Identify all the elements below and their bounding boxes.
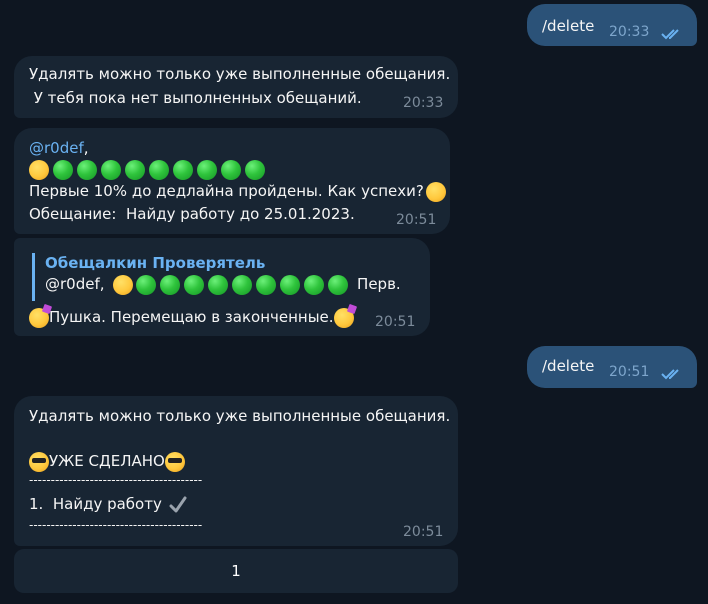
incoming-message-progress[interactable]: @r0def, Первые 10% до дедлайна пройдены.…: [14, 128, 450, 234]
separator-line: ----------------------------------------: [29, 473, 203, 487]
green-circle-emoji: [245, 159, 265, 180]
sunglasses-face-emoji: [164, 451, 185, 472]
message-text: /delete: [542, 17, 595, 35]
reply-quote[interactable]: Обещалкин Проверятель @r0def, Перв...: [32, 253, 402, 301]
green-circle-emoji: [208, 274, 229, 295]
message-text: /delete: [542, 357, 595, 375]
green-circle-emoji: [304, 274, 325, 295]
double-check-icon: [661, 29, 679, 40]
green-circle-emoji: [125, 159, 145, 180]
outgoing-message-delete-2[interactable]: /delete 20:51: [527, 346, 697, 388]
double-check-icon: [661, 369, 679, 380]
sunglasses-face-emoji: [29, 451, 49, 472]
green-circle-emoji: [328, 274, 349, 295]
message-time: 20:33: [403, 95, 444, 111]
quote-prefix: @r0def,: [45, 275, 110, 293]
shushing-face-emoji: [29, 159, 49, 180]
separator-line: ----------------------------------------: [29, 518, 203, 532]
quote-text: @r0def, Перв...: [45, 274, 402, 295]
relieved-face-emoji: [425, 181, 446, 202]
green-circle-emoji: [53, 159, 73, 180]
green-circle-emoji: [136, 274, 157, 295]
done-header-line: УЖЕ СДЕЛАНО: [29, 451, 185, 472]
message-line: У тебя пока нет выполненных обещаний.: [29, 89, 362, 107]
green-circle-emoji: [149, 159, 169, 180]
green-circle-emoji: [280, 274, 301, 295]
green-circle-emoji: [256, 274, 277, 295]
mention-line: @r0def,: [29, 138, 89, 159]
message-text: Пушка. Перемещаю в законченные.: [49, 308, 334, 326]
green-circle-emoji: [160, 274, 181, 295]
partying-face-emoji: [29, 307, 49, 328]
green-circle-emoji: [197, 159, 217, 180]
keyboard-button-label: 1: [231, 562, 241, 580]
mention-suffix: ,: [83, 139, 89, 157]
message-time: 20:51: [609, 364, 650, 380]
green-circle-emoji: [173, 159, 193, 180]
message-line: Удалять можно только уже выполненные обе…: [29, 65, 451, 83]
message-line: Удалять можно только уже выполненные обе…: [29, 407, 451, 425]
incoming-message-completed-list[interactable]: Удалять можно только уже выполненные обе…: [14, 396, 458, 546]
promise-line: Обещание: Найду работу до 25.01.2023.: [29, 205, 355, 223]
reply-text-line: Пушка. Перемещаю в законченные.: [29, 307, 354, 328]
list-item-text: 1. Найду работу: [29, 495, 162, 513]
shushing-face-emoji: [113, 274, 134, 295]
quote-suffix: Перв...: [357, 275, 402, 293]
check-mark-icon: [169, 496, 187, 512]
outgoing-message-delete-1[interactable]: /delete 20:33: [527, 4, 697, 46]
emoji-row: [29, 159, 269, 181]
user-mention-link[interactable]: @r0def: [29, 139, 84, 157]
message-time: 20:51: [403, 524, 444, 540]
green-circle-emoji: [221, 159, 241, 180]
inline-keyboard-button-1[interactable]: 1: [14, 549, 458, 593]
green-circle-emoji: [77, 159, 97, 180]
message-time: 20:51: [375, 314, 416, 330]
incoming-message-no-completed[interactable]: Удалять можно только уже выполненные обе…: [14, 56, 458, 118]
incoming-message-reply[interactable]: Обещалкин Проверятель @r0def, Перв... Пу…: [14, 238, 430, 336]
progress-line: Первые 10% до дедлайна пройдены. Как усп…: [29, 181, 446, 202]
done-header: УЖЕ СДЕЛАНО: [49, 452, 165, 470]
green-circle-emoji: [184, 274, 205, 295]
message-time: 20:51: [396, 212, 437, 228]
green-circle-emoji: [232, 274, 253, 295]
list-item: 1. Найду работу: [29, 494, 187, 515]
green-circle-emoji: [101, 159, 121, 180]
partying-face-emoji: [333, 307, 354, 328]
quote-author: Обещалкин Проверятель: [45, 254, 266, 272]
message-time: 20:33: [609, 24, 650, 40]
message-text: Первые 10% до дедлайна пройдены. Как усп…: [29, 182, 424, 200]
